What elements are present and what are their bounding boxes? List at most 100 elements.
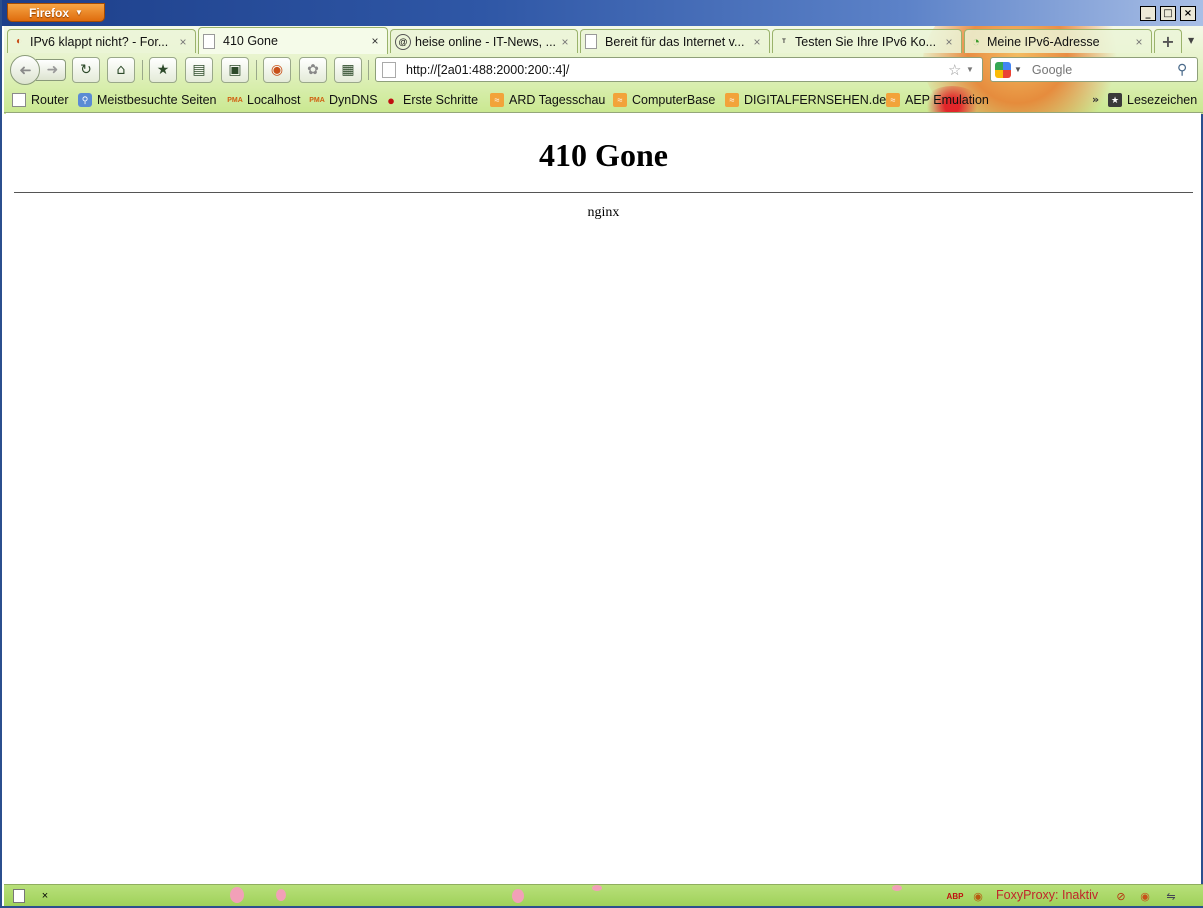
tab-grid-button[interactable]: ▦ — [334, 57, 362, 83]
tab-title: Testen Sie Ihre IPv6 Ko... — [795, 34, 937, 49]
search-input[interactable] — [1029, 61, 1177, 78]
chevron-down-icon[interactable]: ▼ — [1014, 65, 1022, 74]
home-button[interactable]: ⌂ — [107, 57, 135, 83]
toolbar-separator — [256, 60, 257, 80]
close-tab-icon[interactable]: × — [751, 35, 763, 49]
bookmark-dyndns[interactable]: PMA DynDNS — [309, 91, 378, 109]
forum-icon: ◐ — [15, 36, 23, 47]
tab-bereit-internet[interactable]: Bereit für das Internet v... × — [580, 29, 770, 53]
tab-title: IPv6 klappt nicht? - For... — [30, 34, 169, 49]
toolbar-separator — [142, 60, 143, 80]
divider — [14, 192, 1193, 193]
rss-icon: ≈ — [886, 93, 900, 107]
adblock-plus-icon[interactable]: ABP — [944, 888, 966, 904]
tab-410-gone[interactable]: 410 Gone × — [198, 27, 388, 54]
tab-heise-online[interactable]: @ heise online - IT-News, ... × — [390, 29, 578, 53]
tab-title: 410 Gone — [223, 34, 278, 48]
close-window-button[interactable]: × — [1180, 6, 1196, 21]
bookmarks-icon: ★ — [156, 62, 170, 78]
toolbar-separator — [368, 60, 369, 80]
firefox-menu-button[interactable]: Firefox ▼ — [7, 3, 105, 22]
chevron-down-icon: ▼ — [75, 8, 83, 17]
bookmark-label: Router — [31, 93, 69, 107]
forward-button[interactable]: ➜ — [36, 59, 66, 81]
page-content: 410 Gone nginx — [6, 113, 1201, 884]
rss-icon: ≈ — [490, 93, 504, 107]
bookmark-label: DIGITALFERNSEHEN.de — [744, 93, 887, 107]
screenshot-button[interactable]: ▣ — [221, 57, 249, 83]
fox-icon: ◉ — [270, 62, 284, 78]
persona-petal — [230, 887, 244, 903]
google-icon[interactable] — [995, 61, 1011, 78]
bookmark-localhost[interactable]: PMA Localhost — [227, 91, 300, 109]
tab-ipv6-forum[interactable]: ◐ IPv6 klappt nicht? - For... × — [7, 29, 196, 53]
page-title: 410 Gone — [539, 137, 668, 173]
arrow-left-icon: ➜ — [18, 61, 32, 79]
tab-meine-ipv6[interactable]: ◔ Meine IPv6-Adresse × — [964, 29, 1152, 53]
minimize-button[interactable]: _ — [1140, 6, 1156, 21]
noscript-icon[interactable]: ⊘ — [1112, 888, 1130, 904]
page-icon — [12, 93, 26, 107]
back-forward-group: ➜ ➜ — [10, 55, 68, 85]
addon-gray-button[interactable]: ✿ — [299, 57, 327, 83]
heise-icon: @ — [395, 33, 411, 50]
grid-icon: ▦ — [341, 62, 355, 78]
rss-icon: ≈ — [613, 93, 627, 107]
tab-test-ipv6[interactable]: T Testen Sie Ihre IPv6 Ko... × — [772, 29, 962, 53]
chevron-down-icon[interactable]: ▼ — [966, 65, 982, 74]
bookmarks-button[interactable]: ★ — [149, 57, 177, 83]
bookmarks-toolbar: Router ⚲ Meistbesuchte Seiten PMA Localh… — [4, 88, 1203, 111]
loading-icon: ◔ — [972, 34, 980, 49]
home-icon: ⌂ — [116, 62, 126, 78]
site-identity-icon[interactable] — [382, 61, 396, 78]
tab-title: heise online - IT-News, ... — [415, 34, 557, 49]
search-bar[interactable]: ▼ ⚲ — [990, 57, 1198, 82]
rss-icon: ≈ — [725, 93, 739, 107]
network-icon[interactable]: ⇋ — [1162, 888, 1180, 904]
bookmark-label: Erste Schritte — [403, 93, 479, 107]
tab-list-chevron-icon[interactable]: ▼ — [1188, 36, 1194, 45]
star-bookmark-icon[interactable]: ☆ — [948, 61, 966, 79]
print-icon: ▤ — [192, 62, 206, 78]
test-ipv6-icon: T — [782, 38, 786, 45]
arrow-right-icon: ➜ — [46, 62, 59, 78]
bookmark-label: DynDNS — [329, 93, 378, 107]
page-icon — [203, 33, 215, 49]
server-signature: nginx — [587, 205, 620, 220]
foxyproxy-status[interactable]: FoxyProxy: Inaktiv — [996, 888, 1098, 902]
bookmark-label: ARD Tagesschau — [509, 93, 606, 107]
reload-button[interactable]: ↻ — [72, 57, 100, 83]
close-tab-icon[interactable]: × — [369, 34, 381, 48]
bookmark-aep-emulation[interactable]: ≈ AEP Emulation — [886, 91, 989, 109]
url-text[interactable]: http://[2a01:488:2000:200::4]/ — [406, 63, 948, 77]
close-tab-icon[interactable]: × — [177, 35, 189, 49]
bookmark-erste-schritte[interactable]: ● Erste Schritte — [384, 91, 478, 109]
firefox-menu-label: Firefox — [29, 5, 70, 20]
persona-petal — [276, 889, 286, 901]
bookmark-computerbase[interactable]: ≈ ComputerBase — [613, 91, 715, 109]
close-statusbar-button[interactable]: × — [38, 888, 52, 904]
search-icon[interactable]: ⚲ — [1177, 61, 1197, 78]
print-button[interactable]: ▤ — [185, 57, 213, 83]
tab-strip: ◐ IPv6 klappt nicht? - For... × 410 Gone… — [4, 26, 1203, 54]
close-tab-icon[interactable]: × — [943, 35, 955, 49]
addon-fox-button[interactable]: ◉ — [263, 57, 291, 83]
page-status-icon[interactable] — [10, 888, 28, 904]
address-bar[interactable]: http://[2a01:488:2000:200::4]/ ☆ ▼ — [375, 57, 983, 82]
bookmark-ard-tagesschau[interactable]: ≈ ARD Tagesschau — [490, 91, 605, 109]
bookmarks-menu-button[interactable]: ★ Lesezeichen — [1108, 91, 1197, 109]
new-tab-button[interactable]: + — [1154, 29, 1182, 53]
foxyproxy-icon[interactable]: ◉ — [970, 888, 986, 904]
bookmark-router[interactable]: Router — [12, 91, 69, 109]
firefox-icon[interactable]: ◉ — [1136, 888, 1154, 904]
bookmark-meistbesuchte-seiten[interactable]: ⚲ Meistbesuchte Seiten — [78, 91, 217, 109]
persona-petal — [512, 889, 524, 903]
maximize-button[interactable]: □ — [1160, 6, 1176, 21]
bookmark-digitalfernsehen[interactable]: ≈ DIGITALFERNSEHEN.de — [725, 91, 886, 109]
back-button[interactable]: ➜ — [10, 55, 40, 85]
close-tab-icon[interactable]: × — [1133, 35, 1145, 49]
close-tab-icon[interactable]: × — [559, 35, 571, 49]
bookmarks-overflow-button[interactable]: » — [1092, 93, 1099, 106]
page-icon — [585, 34, 597, 49]
image-icon: ▣ — [228, 62, 242, 78]
